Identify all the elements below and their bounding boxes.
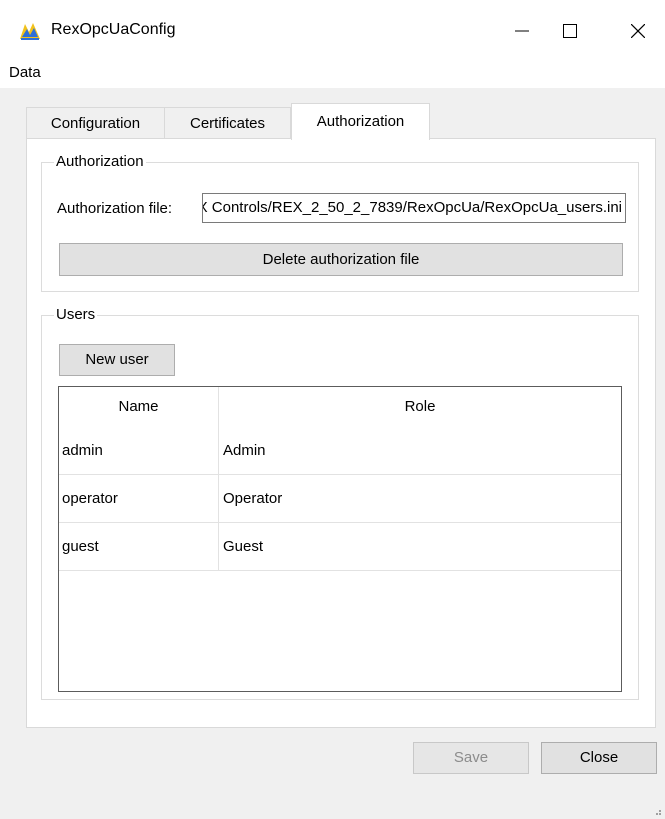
user-role-cell: Guest [223,538,264,555]
title-bar: RexOpcUaConfig [0,0,665,62]
table-row[interactable]: operator Operator [59,475,621,523]
maximize-icon[interactable] [555,16,585,46]
users-group: Users New user Name Role admin Admin ope… [41,306,639,700]
tab-configuration[interactable]: Configuration [26,107,165,140]
authorization-group: Authorization Authorization file: C:/Pro… [41,153,639,292]
authorization-group-title: Authorization [54,153,146,170]
user-name-cell: operator [62,490,118,507]
menu-data[interactable]: Data [9,64,41,81]
user-role-cell: Operator [223,490,283,507]
close-icon[interactable] [623,16,653,46]
table-row[interactable]: guest Guest [59,523,621,571]
authorization-file-value: C:/ProgramData/REX Controls/REX_2_50_2_7… [203,199,622,216]
column-header-role[interactable]: Role [219,387,621,427]
users-table[interactable]: Name Role admin Admin operator Operator … [58,386,622,692]
user-role-cell: Admin [223,442,266,459]
tab-certificates[interactable]: Certificates [164,107,291,140]
users-group-title: Users [54,306,98,323]
resize-grip-icon[interactable] [652,806,662,816]
tab-authorization[interactable]: Authorization [291,103,430,140]
window-title: RexOpcUaConfig [51,21,176,38]
authorization-tab-panel: Authorization Authorization file: C:/Pro… [26,138,656,728]
user-name-cell: admin [62,442,103,459]
close-button[interactable]: Close [541,742,657,774]
table-row[interactable]: admin Admin [59,427,621,475]
minimize-icon[interactable] [507,16,537,46]
new-user-button[interactable]: New user [59,344,175,376]
user-name-cell: guest [62,538,99,555]
delete-authorization-file-button[interactable]: Delete authorization file [59,243,623,276]
authorization-file-field[interactable]: C:/ProgramData/REX Controls/REX_2_50_2_7… [202,193,626,223]
authorization-file-label: Authorization file: [57,200,173,217]
save-button[interactable]: Save [413,742,529,774]
menu-bar: Data [0,62,665,88]
rex-app-icon [20,23,40,40]
column-header-name[interactable]: Name [59,387,218,427]
